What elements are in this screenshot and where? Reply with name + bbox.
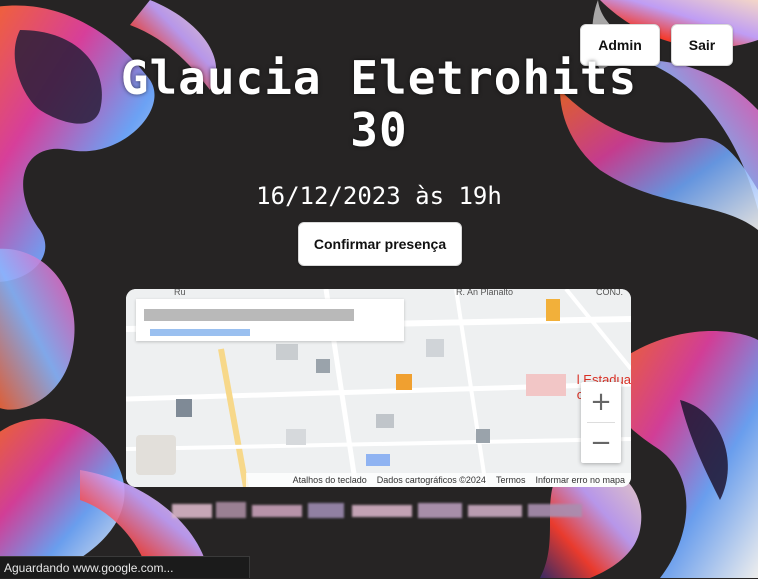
confirm-attendance-button[interactable]: Confirmar presença <box>298 222 462 266</box>
map-data-credit: Dados cartográficos ©2024 <box>376 475 486 485</box>
confirm-wrapper: Confirmar presença <box>298 222 462 266</box>
map-street-label-ru: Ru <box>174 289 186 297</box>
map-attribution: Atalhos do teclado Dados cartográficos ©… <box>246 473 631 487</box>
browser-status-bar: Aguardando www.google.com... <box>0 556 250 578</box>
place-link-placeholder[interactable] <box>150 329 250 336</box>
event-title-line2: 30 <box>350 103 408 157</box>
map-street-label-planalto: Planalto <box>480 289 514 297</box>
terms-link[interactable]: Termos <box>496 475 526 485</box>
map-zoom-controls: + − <box>581 382 621 463</box>
keyboard-shortcuts-link[interactable]: Atalhos do teclado <box>293 475 367 485</box>
place-name-placeholder <box>144 309 354 321</box>
map-place-card[interactable] <box>136 299 404 341</box>
embedded-map[interactable]: Ru R. An Planalto CONJ. l Estadua o. + −… <box>126 289 631 487</box>
zoom-in-button[interactable]: + <box>581 382 621 422</box>
map-label-conj: CONJ. <box>596 289 623 297</box>
event-title: Glaucia Eletrohits 30 <box>0 52 758 156</box>
map-type-thumbnail[interactable] <box>136 435 176 475</box>
event-date: 16/12/2023 às 19h <box>256 182 502 210</box>
event-title-line1: Glaucia Eletrohits <box>120 51 638 105</box>
report-error-link[interactable]: Informar erro no mapa <box>535 475 625 485</box>
map-street-label-an: R. An <box>456 289 479 297</box>
zoom-out-button[interactable]: − <box>581 423 621 463</box>
map-street-label: R. An Planalto <box>456 289 513 297</box>
address-text-redacted <box>172 502 582 518</box>
